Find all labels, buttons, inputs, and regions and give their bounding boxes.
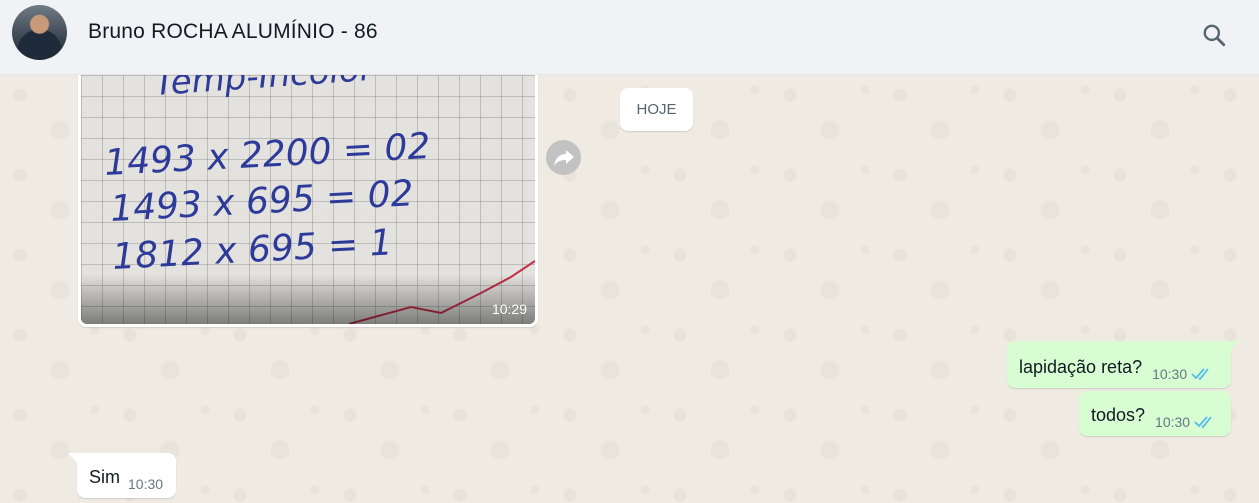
- message-text: Sim: [89, 467, 120, 487]
- message-text: todos?: [1091, 405, 1146, 425]
- image-message[interactable]: Temp-Incolor 1493 x 2200 = 02 1493 x 695…: [78, 75, 538, 327]
- image-text-line-3: 1493 x 695 = 02: [109, 173, 414, 230]
- message-meta: 10:30: [1155, 414, 1216, 430]
- message-time: 10:30: [1155, 414, 1191, 430]
- contact-avatar[interactable]: [12, 5, 67, 60]
- message-meta: 10:30: [128, 476, 163, 492]
- forward-button[interactable]: [546, 140, 581, 175]
- outgoing-message[interactable]: lapidação reta? 10:30: [1007, 341, 1239, 388]
- date-separator: HOJE: [620, 88, 693, 131]
- search-icon: [1203, 24, 1226, 47]
- image-text-line-1: Temp-Incolor: [153, 75, 377, 104]
- forward-icon: [553, 149, 574, 166]
- message-time: 10:30: [128, 476, 164, 492]
- message-text: lapidação reta?: [1019, 357, 1143, 377]
- image-message-time: 10:29: [491, 301, 527, 317]
- outgoing-message[interactable]: todos? 10:30: [1079, 391, 1231, 436]
- message-meta: 10:30: [1152, 366, 1213, 382]
- incoming-message[interactable]: Sim 10:30: [68, 453, 176, 498]
- image-overlay: [81, 274, 535, 324]
- search-button[interactable]: [1196, 17, 1232, 53]
- message-time: 10:30: [1152, 366, 1188, 382]
- contact-name[interactable]: Bruno ROCHA ALUMÍNIO - 86: [88, 20, 378, 44]
- image-text-line-4: 1812 x 695 = 1: [111, 222, 393, 278]
- double-check-icon: [1191, 367, 1213, 381]
- message-image[interactable]: Temp-Incolor 1493 x 2200 = 02 1493 x 695…: [81, 75, 535, 324]
- double-check-icon: [1194, 415, 1216, 429]
- chat-header: Bruno ROCHA ALUMÍNIO - 86: [0, 0, 1259, 75]
